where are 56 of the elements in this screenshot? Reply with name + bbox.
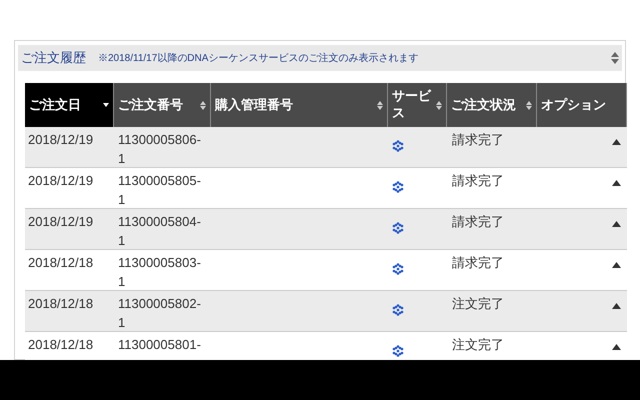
table-row[interactable]: 2018/12/18 11300005802-1 注文完了	[25, 291, 627, 332]
dots-cluster-icon	[392, 345, 404, 357]
table-row[interactable]: 2018/12/19 11300005806-1 請求完了	[25, 127, 627, 168]
caret-up-icon[interactable]	[612, 139, 621, 145]
table-cell: 2018/12/19	[28, 173, 94, 188]
table-cell: 11300005803-1	[118, 255, 201, 289]
column-label: オプション	[541, 96, 606, 114]
table-row[interactable]: 2018/12/19 11300005804-1 請求完了	[25, 209, 627, 250]
table-cell: 注文完了	[452, 296, 504, 311]
table-cell: 2018/12/19	[28, 214, 94, 229]
sort-icon[interactable]	[200, 100, 206, 110]
sort-icon[interactable]	[436, 100, 442, 110]
column-label: サービス	[392, 88, 432, 122]
table-cell: 11300005802-1	[118, 296, 201, 330]
table-cell: 11300005806-1	[118, 132, 201, 166]
table-cell: 請求完了	[452, 132, 504, 147]
sort-icon[interactable]	[377, 100, 383, 110]
dots-cluster-icon	[392, 304, 404, 316]
table-cell: 11300005804-1	[118, 214, 201, 248]
column-header[interactable]: 購入管理番号	[211, 83, 388, 127]
table-cell: 請求完了	[452, 214, 504, 229]
caret-up-icon[interactable]	[612, 303, 621, 309]
sort-down-icon[interactable]	[103, 103, 109, 107]
panel-title: ご注文履歴	[21, 49, 86, 68]
column-header[interactable]: ご注文状況	[447, 83, 537, 127]
sort-icon[interactable]	[526, 100, 532, 110]
table-row[interactable]: 2018/12/18 11300005801- 注文完了	[25, 332, 627, 360]
column-label: ご注文状況	[451, 96, 516, 114]
column-header[interactable]: オプション	[537, 83, 627, 127]
column-header[interactable]: ご注文日	[25, 83, 114, 127]
column-header[interactable]: サービス	[388, 83, 447, 127]
table-cell: 請求完了	[452, 255, 504, 270]
table-cell: 請求完了	[452, 173, 504, 188]
column-label: 購入管理番号	[215, 96, 293, 114]
table-cell: 2018/12/18	[28, 337, 94, 352]
table-cell: 2018/12/18	[28, 296, 94, 311]
collapse-toggle-icon[interactable]	[611, 52, 619, 64]
dots-cluster-icon	[392, 222, 404, 234]
caret-up-icon[interactable]	[612, 221, 621, 227]
dots-cluster-icon	[392, 181, 404, 193]
table-row[interactable]: 2018/12/19 11300005805-1 請求完了	[25, 168, 627, 209]
table-cell: 11300005801-	[118, 337, 201, 352]
caret-up-icon[interactable]	[612, 262, 621, 268]
column-label: ご注文日	[29, 96, 81, 114]
table-row[interactable]: 2018/12/18 11300005803-1 請求完了	[25, 250, 627, 291]
caret-up-icon[interactable]	[612, 180, 621, 186]
panel-note: ※2018/11/17以降のDNAシーケンスサービスのご注文のみ表示されます	[98, 52, 420, 66]
caret-up-icon[interactable]	[612, 344, 621, 350]
table-cell: 11300005805-1	[118, 173, 201, 207]
dots-cluster-icon	[392, 263, 404, 275]
dots-cluster-icon	[392, 140, 404, 152]
column-header[interactable]: ご注文番号	[114, 83, 211, 127]
column-label: ご注文番号	[118, 96, 183, 114]
table-cell: 2018/12/18	[28, 255, 94, 270]
table-cell: 2018/12/19	[28, 132, 94, 147]
table-cell: 注文完了	[452, 337, 504, 352]
